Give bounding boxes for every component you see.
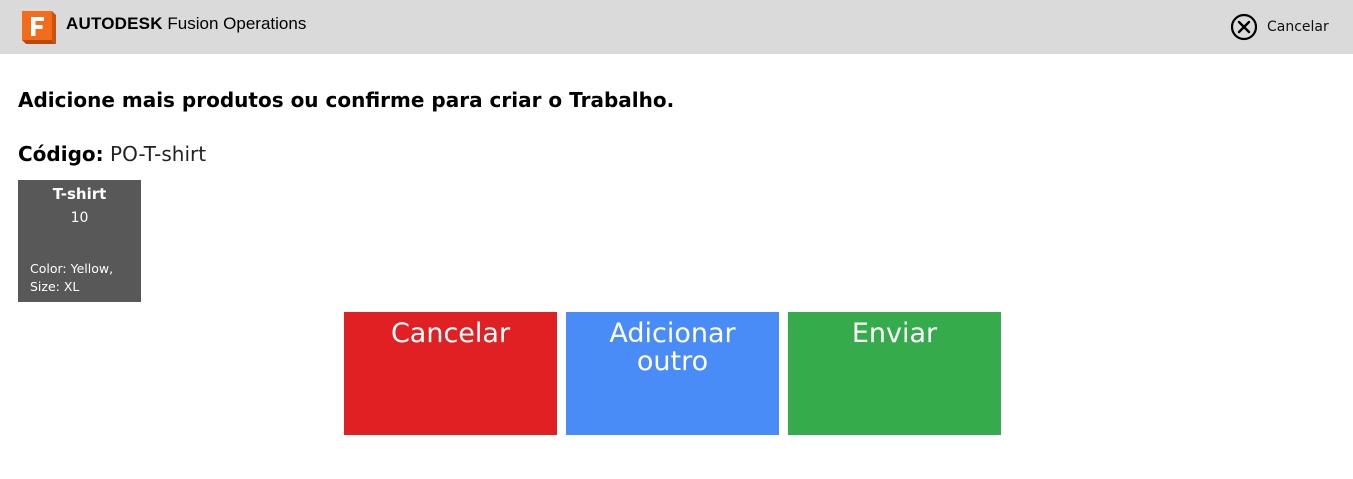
code-label: Código:	[18, 142, 104, 166]
send-button[interactable]: Enviar	[788, 312, 1001, 435]
page-title: Adicione mais produtos ou confirme para …	[18, 88, 675, 112]
product-attributes-line-1: Color: Yellow,	[30, 261, 114, 276]
cancel-button-label: Cancelar	[390, 318, 511, 349]
brand-title: AUTODESK Fusion Operations	[66, 14, 306, 34]
autodesk-fusion-logo-icon	[22, 11, 56, 44]
header-cancel-label: Cancelar	[1267, 19, 1329, 35]
product-name: T-shirt	[52, 185, 107, 203]
add-another-label-line-2: outro	[636, 346, 709, 377]
add-another-label-line-1: Adicionar	[609, 318, 736, 349]
product-attributes-line-2: Size: XL	[30, 279, 80, 294]
cancel-button[interactable]: Cancelar	[344, 312, 557, 435]
product-quantity: 10	[70, 210, 89, 226]
brand-name: AUTODESK	[66, 14, 163, 33]
header-cancel-button[interactable]: Cancelar	[1213, 0, 1353, 54]
brand-product: Fusion Operations	[167, 14, 307, 33]
product-attributes: Color: Yellow, Size: XL	[30, 260, 138, 296]
circle-x-icon	[1230, 13, 1258, 41]
top-bar: AUTODESK Fusion Operations Cancelar	[0, 0, 1353, 54]
code-value: PO-T-shirt	[110, 142, 207, 166]
send-button-label: Enviar	[851, 318, 938, 349]
code-line: Código: PO-T-shirt	[18, 142, 206, 166]
add-another-button[interactable]: Adicionar outro	[566, 312, 779, 435]
product-card[interactable]: T-shirt 10 Color: Yellow, Size: XL	[18, 180, 141, 302]
